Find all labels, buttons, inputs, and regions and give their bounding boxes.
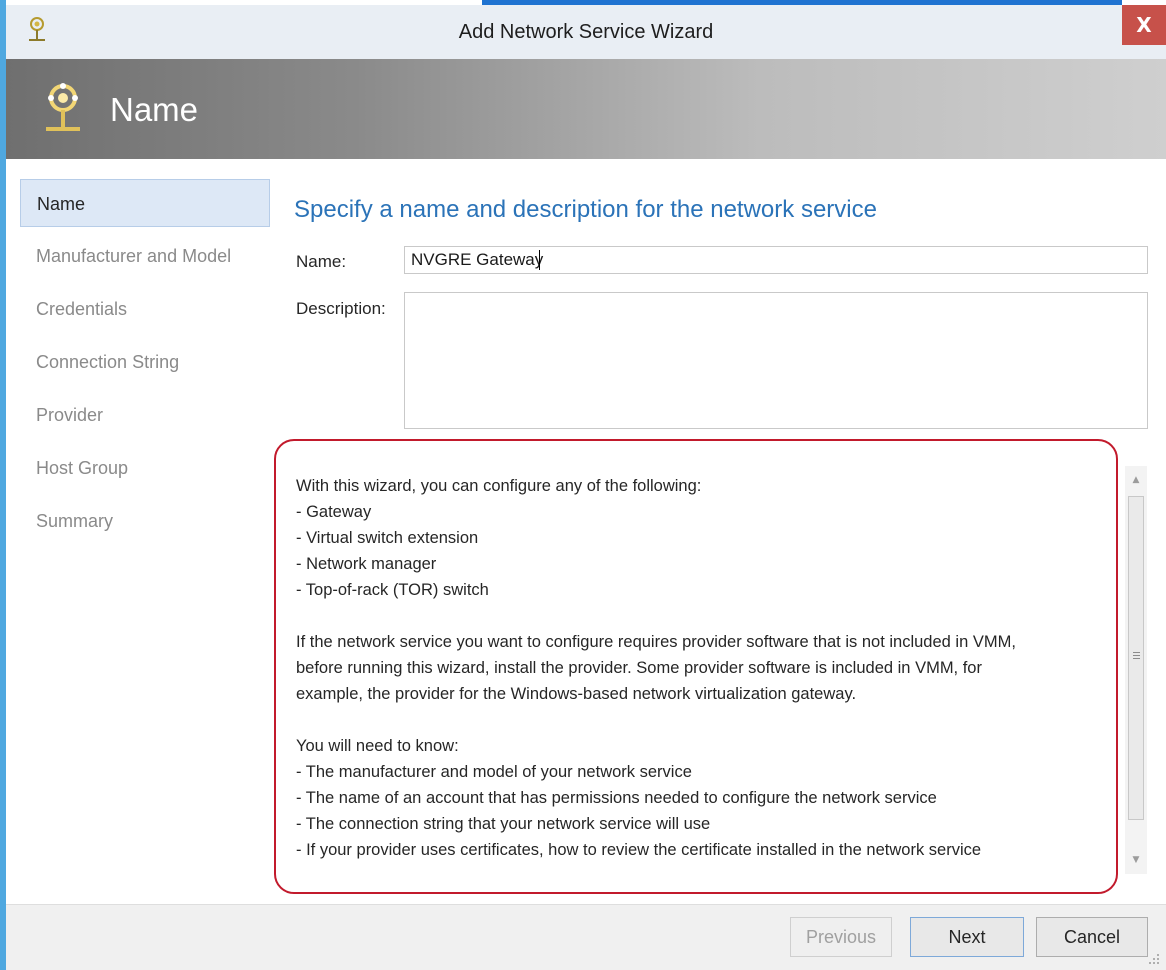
scroll-up-icon[interactable]: ▲ [1125, 470, 1147, 490]
step-connection-string[interactable]: Connection String [20, 338, 270, 386]
list-item: - The manufacturer and model of your net… [296, 763, 692, 781]
list-item: - Virtual switch extension [296, 529, 479, 547]
list-item: - The name of an account that has permis… [296, 789, 937, 807]
text-caret [539, 250, 540, 270]
step-summary[interactable]: Summary [20, 497, 270, 545]
close-button[interactable]: X [1122, 5, 1166, 45]
previous-button[interactable]: Previous [790, 917, 892, 957]
name-input[interactable] [404, 246, 1148, 274]
description-label: Description: [296, 299, 386, 318]
provider-note-line: If the network service you want to confi… [296, 633, 1016, 651]
grip-line [1133, 652, 1140, 653]
know-heading: You will need to know: [296, 737, 459, 755]
step-provider[interactable]: Provider [20, 391, 270, 439]
grip-line [1133, 658, 1140, 659]
provider-note-line: before running this wizard, install the … [296, 659, 982, 677]
list-item: - Gateway [296, 503, 372, 521]
info-scrollbar[interactable]: ▲ ▼ [1125, 466, 1147, 874]
info-intro: With this wizard, you can configure any … [296, 477, 702, 495]
page-heading: Specify a name and description for the n… [294, 196, 877, 223]
provider-note-line: example, the provider for the Windows-ba… [296, 685, 857, 703]
list-item: - Top-of-rack (TOR) switch [296, 581, 489, 599]
name-label: Name: [296, 252, 347, 271]
list-item: - Network manager [296, 555, 437, 573]
next-button[interactable]: Next [910, 917, 1024, 957]
page-title: Name [110, 91, 199, 128]
resize-grip-icon[interactable] [1146, 951, 1160, 965]
window-title: Add Network Service Wizard [458, 21, 714, 43]
step-host-group[interactable]: Host Group [20, 444, 270, 492]
wizard-window: Add Network Service Wizard X Name Name M… [0, 0, 1166, 970]
network-service-icon [46, 83, 80, 131]
wizard-footer: Previous Next Cancel [6, 904, 1166, 970]
info-text: With this wizard, you can configure any … [296, 473, 1114, 863]
close-icon: X [1136, 13, 1152, 37]
cancel-button[interactable]: Cancel [1036, 917, 1148, 957]
list-item: - The connection string that your networ… [296, 815, 711, 833]
step-manufacturer-and-model[interactable]: Manufacturer and Model [20, 232, 270, 280]
header-banner: Name [6, 59, 1166, 159]
grip-line [1133, 655, 1140, 656]
step-name[interactable]: Name [20, 179, 270, 227]
scroll-down-icon[interactable]: ▼ [1125, 850, 1147, 870]
scroll-thumb[interactable] [1128, 496, 1144, 820]
steps-sidebar: Name Manufacturer and Model Credentials … [6, 159, 270, 904]
description-input[interactable] [404, 292, 1148, 429]
list-item: - If your provider uses certificates, ho… [296, 841, 982, 859]
title-bar[interactable]: Add Network Service Wizard X [6, 5, 1166, 59]
step-credentials[interactable]: Credentials [20, 285, 270, 333]
